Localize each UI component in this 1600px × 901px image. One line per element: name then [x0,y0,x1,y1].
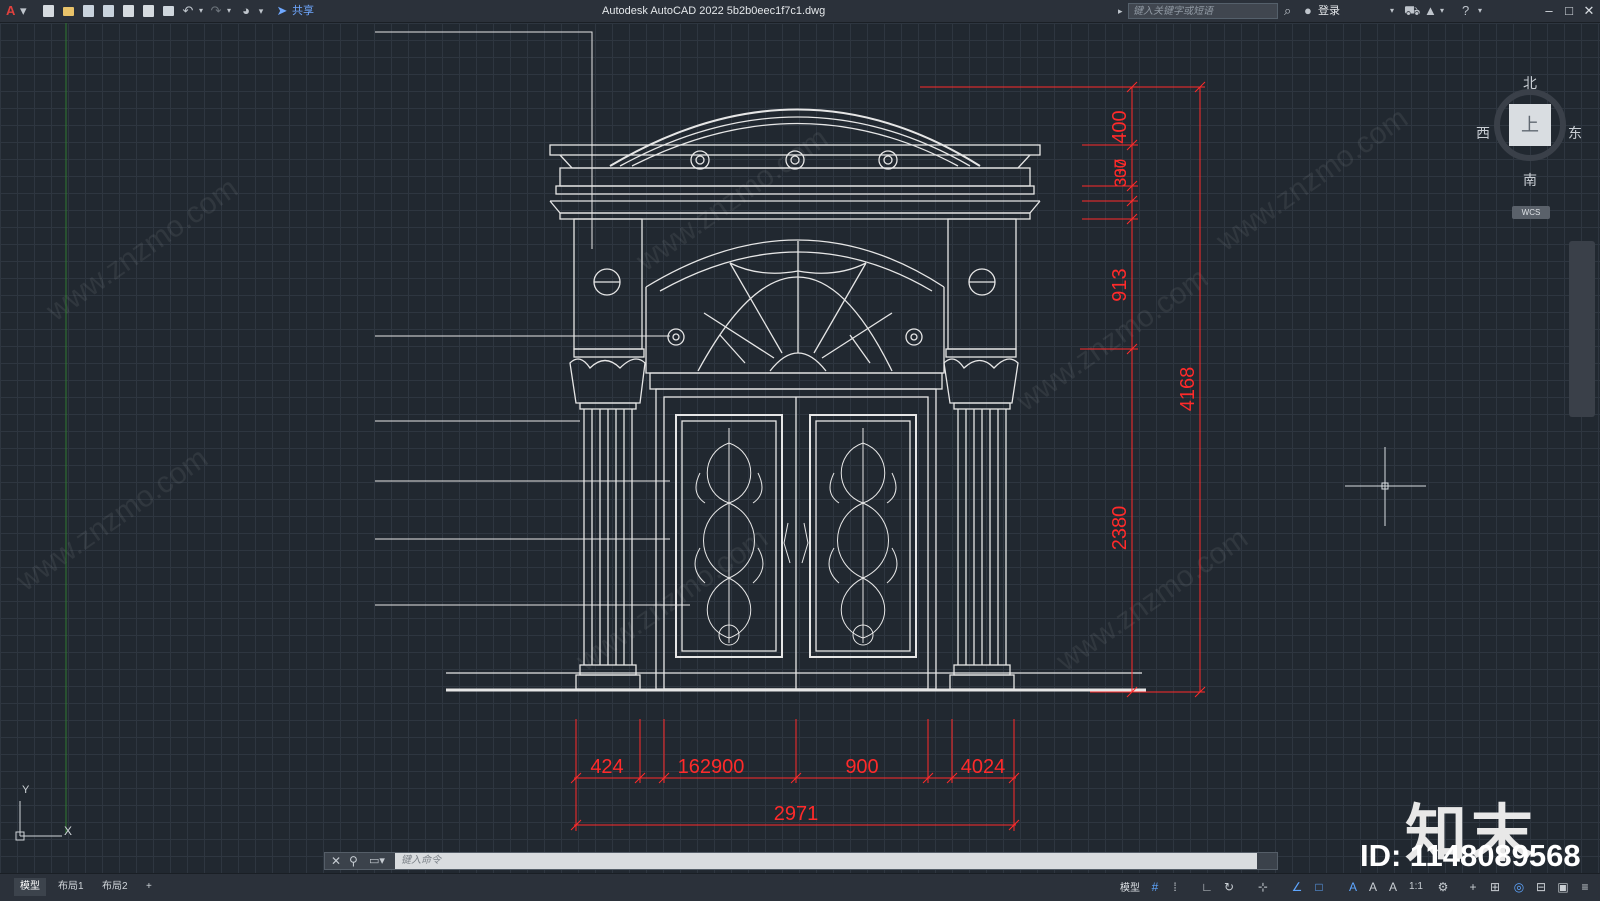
customize-toolbar-icon[interactable]: ▾ [256,3,266,19]
elevation-drawing: Y X 400 337 300 913 2380 4168 424 162900… [15,23,1426,841]
dim-text-vertical: 4168 [1177,367,1199,412]
dim-text-horizontal: 162900 [678,756,745,778]
clean-screen-icon[interactable]: ▣ [1556,880,1570,894]
model-space-button[interactable]: 模型 [1120,879,1140,894]
redo-icon[interactable]: ↷ [208,3,224,19]
minimize-icon[interactable]: – [1538,0,1560,22]
help-icon[interactable]: ? [1462,0,1469,22]
login-dropdown-icon[interactable]: ▾ [1390,0,1394,22]
command-line[interactable]: ✕ ⚲ ▭▾ 键入命令 [324,852,1278,870]
tab-model[interactable]: 模型 [14,878,46,896]
viewcube-south[interactable]: 南 [1523,170,1537,190]
customization-menu-icon[interactable]: ≡ [1578,880,1592,894]
tab-layout1[interactable]: 布局1 [52,878,90,896]
snap-icon[interactable]: ⁞ [1168,880,1182,894]
undo-dropdown-icon[interactable]: ▾ [196,3,206,19]
viewcube-west[interactable]: 西 [1476,123,1490,143]
plot-preview-icon[interactable] [140,3,156,19]
ucs-icon: Y X [15,784,72,841]
dim-text-vertical: 913 [1109,268,1131,301]
annotation-scale-icon[interactable]: A [1386,880,1400,894]
close-icon[interactable]: ✕ [1578,0,1600,22]
grid-icon[interactable]: # [1148,880,1162,894]
save-icon[interactable] [80,3,96,19]
gate-linework [446,108,1146,692]
units-icon[interactable]: ⊞ [1488,880,1502,894]
redo-dropdown-icon[interactable]: ▾ [224,3,234,19]
viewcube[interactable]: 北 南 东 西 上 [1476,75,1582,188]
object-snap-tracking-icon[interactable]: ∠ [1290,880,1304,894]
leader-lines [375,31,690,606]
dim-text-vertical: 400 [1109,110,1131,143]
undo-icon[interactable]: ↶ [180,3,196,19]
title-bar: A ▾ ↶ ▾ ↷ ▾ ◕ ▾ ➤ 共享 Autodesk AutoCAD 20… [0,0,1600,23]
login-button[interactable]: 登录 [1318,0,1340,22]
annotation-monitor-icon[interactable]: + [1466,880,1480,894]
search-expand-icon[interactable]: ▸ [1118,0,1123,22]
hardware-acceleration-icon[interactable]: ⊟ [1534,880,1548,894]
dim-text-horizontal: 424 [590,756,623,778]
viewcube-top-face[interactable]: 上 [1509,104,1551,146]
app-menu-arrow-icon[interactable]: ▾ [20,0,27,22]
command-input[interactable]: 键入命令 [395,853,1257,869]
annotation-visibility-icon[interactable]: A [1346,880,1360,894]
help-dropdown-icon[interactable]: ▾ [1478,0,1482,22]
tab-layout2[interactable]: 布局2 [96,878,134,896]
customize-wrench-icon[interactable]: ⚲ [349,853,358,869]
drawing-canvas[interactable]: www.znzmo.com www.znzmo.com www.znzmo.co… [0,23,1600,873]
object-snap-icon[interactable]: □ [1312,880,1326,894]
wcs-dropdown[interactable]: WCS [1512,206,1550,219]
new-file-icon[interactable] [40,3,56,19]
app-dropdown-icon[interactable]: ▾ [1440,0,1444,22]
crosshair-cursor [1345,447,1426,526]
auto-scale-icon[interactable]: A [1366,880,1380,894]
dim-text-horizontal: 900 [845,756,878,778]
navigation-bar[interactable] [1569,241,1595,417]
window-title: Autodesk AutoCAD 2022 5b2b0eec1f7c1.dwg [602,5,826,17]
match-properties-icon[interactable]: ◕ [238,3,254,19]
add-layout-button[interactable]: + [140,878,158,896]
autodesk-app-icon[interactable]: ▲ [1424,0,1437,22]
viewcube-east[interactable]: 东 [1568,123,1582,143]
user-icon[interactable]: ● [1304,0,1312,22]
share-label[interactable]: 共享 [292,0,314,22]
workspace-gear-icon[interactable]: ⚙ [1436,880,1450,894]
dim-text-vertical: 300 [1111,159,1130,187]
recent-commands-icon[interactable]: ▭▾ [369,853,385,869]
dim-text-horizontal: 4024 [961,756,1006,778]
print-icon[interactable] [160,3,176,19]
command-close-icon[interactable]: ✕ [331,853,341,869]
autocad-logo-icon[interactable]: A [6,0,15,22]
id-watermark: ID: 1148089568 [1360,838,1581,873]
cart-icon[interactable]: ⛟ [1404,0,1420,22]
dim-text-horizontal: 2971 [774,803,819,825]
ortho-icon[interactable]: ∟ [1200,880,1214,894]
save-as-icon[interactable] [100,3,116,19]
svg-text:X: X [64,824,72,838]
isodraft-icon[interactable]: ⊹ [1256,880,1270,894]
open-folder-icon[interactable] [60,3,76,19]
left-column [569,348,646,690]
svg-text:Y: Y [22,784,30,796]
search-icon[interactable]: ⌕ [1284,0,1291,22]
publish-icon[interactable] [120,3,136,19]
maximize-icon[interactable]: □ [1558,0,1580,22]
isolate-objects-icon[interactable]: ◎ [1512,880,1526,894]
polar-icon[interactable]: ↻ [1222,880,1236,894]
viewcube-north[interactable]: 北 [1523,73,1537,93]
dim-text-vertical: 2380 [1109,506,1131,551]
status-bar: 模型 布局1 布局2 + 模型 # ⁞ ∟ ↻ ⊹ ∠ □ A A A 1:1 … [0,873,1600,901]
scale-dropdown[interactable]: 1:1 [1406,880,1426,894]
share-icon[interactable]: ➤ [274,3,290,19]
search-input[interactable]: 键入关键字或短语 [1128,3,1278,19]
right-column [943,348,1019,690]
